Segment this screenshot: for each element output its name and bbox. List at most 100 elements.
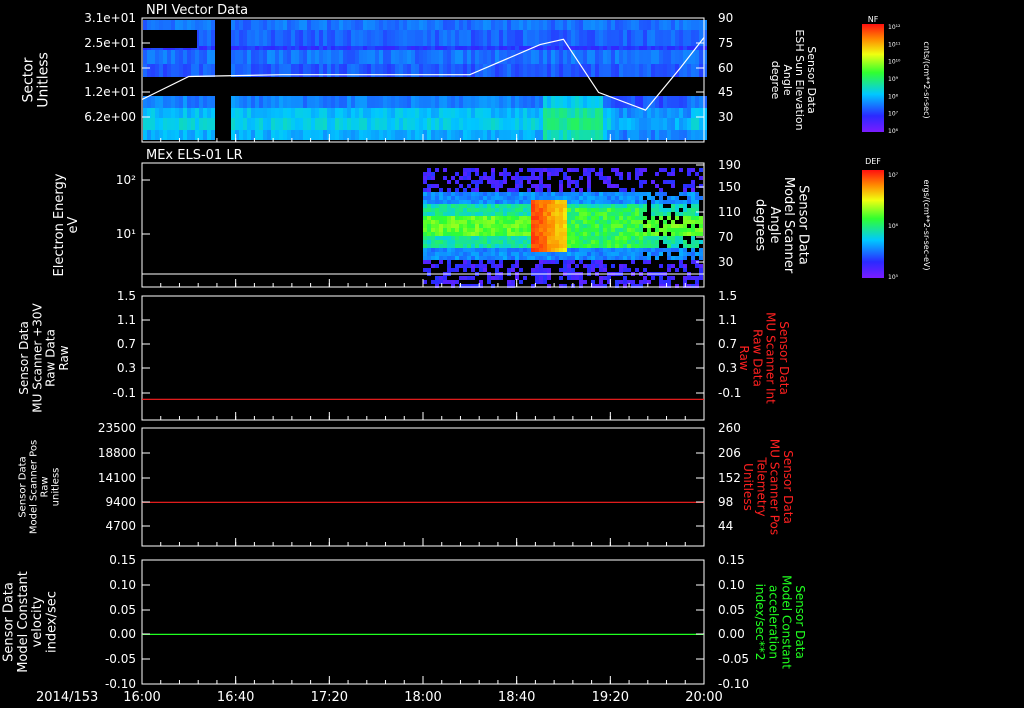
npi-heat-cell <box>491 108 495 118</box>
npi-heat-cell <box>403 96 407 108</box>
npi-heat-cell <box>567 20 571 30</box>
els-heat-cell <box>423 172 427 176</box>
els-heat-cell <box>667 240 671 244</box>
els-heat-cell <box>475 220 479 224</box>
npi-heat-cell <box>595 30 599 46</box>
els-heat-cell <box>627 200 631 204</box>
els-heat-cell <box>535 168 539 172</box>
els-heat-cell <box>651 204 655 208</box>
els-heat-cell <box>691 232 695 236</box>
npi-heat-cell <box>659 50 663 64</box>
npi-heat-cell <box>615 96 619 108</box>
els-heat-cell <box>567 168 571 172</box>
els-heat-cell <box>555 252 559 256</box>
els-heat-cell <box>587 216 591 220</box>
npi-heat-cell <box>639 96 643 108</box>
els-heat-cell <box>647 256 651 260</box>
npi-heat-cell <box>623 64 627 77</box>
els-heat-cell <box>459 216 463 220</box>
els-heat-cell <box>619 188 623 192</box>
npi-heat-cell <box>563 20 567 30</box>
els-heat-cell <box>515 228 519 232</box>
npi-heat-cell <box>659 108 663 118</box>
els-heat-cell <box>631 200 635 204</box>
els-heat-cell <box>483 232 487 236</box>
els-heat-cell <box>551 172 555 176</box>
els-heat-cell <box>443 232 447 236</box>
els-heat-cell <box>547 192 551 196</box>
els-heat-cell <box>491 180 495 184</box>
npi-heat-cell <box>487 30 491 46</box>
els-heat-cell <box>503 196 507 200</box>
els-heat-cell <box>539 204 543 208</box>
npi-heat-cell <box>451 20 455 30</box>
els-heat-cell <box>455 268 459 272</box>
els-heat-cell <box>527 236 531 240</box>
npi-heat-cell <box>563 130 567 140</box>
els-heat-cell <box>699 240 703 244</box>
npi-heat-cell <box>247 108 251 118</box>
npi-heat-cell <box>471 96 475 108</box>
npi-heat-cell <box>471 30 475 46</box>
els-heat-cell <box>655 236 659 240</box>
els-heat-cell <box>571 196 575 200</box>
els-heat-cell <box>491 204 495 208</box>
els-heat-cell <box>631 248 635 252</box>
npi-heat-cell <box>231 130 235 140</box>
npi-heat-cell <box>359 20 363 30</box>
els-heat-cell <box>699 196 703 200</box>
els-heat-cell <box>595 212 599 216</box>
els-heat-cell <box>503 176 507 180</box>
els-heat-cell <box>463 204 467 208</box>
npi-heat-cell <box>455 30 459 46</box>
npi-heat-cell <box>663 46 667 50</box>
els-heat-cell <box>587 224 591 228</box>
els-heat-cell <box>531 268 535 272</box>
els-heat-cell <box>431 224 435 228</box>
els-heat-cell <box>591 212 595 216</box>
npi-heat-cell <box>159 96 163 108</box>
npi-heat-cell <box>531 108 535 118</box>
npi-heat-cell <box>163 96 167 108</box>
npi-heat-cell <box>323 50 327 64</box>
els-heat-cell <box>499 196 503 200</box>
els-heat-cell <box>527 224 531 228</box>
els-heat-cell <box>579 276 583 280</box>
els-heat-cell <box>579 192 583 196</box>
els-heat-cell <box>639 200 643 204</box>
els-heat-cell <box>427 216 431 220</box>
els-heat-cell <box>435 208 439 212</box>
els-heat-cell <box>499 252 503 256</box>
npi-heat-cell <box>563 96 567 108</box>
els-heat-cell <box>599 176 603 180</box>
els-heat-cell <box>447 236 451 240</box>
els-heat-cell <box>443 208 447 212</box>
els-heat-cell <box>491 208 495 212</box>
els-heat-cell <box>483 248 487 252</box>
npi-heat-cell <box>611 108 615 118</box>
label-line: Unitless <box>36 52 52 108</box>
els-heat-cell <box>471 264 475 268</box>
npi-heat-cell <box>291 108 295 118</box>
npi-heat-cell <box>467 118 471 130</box>
npi-heat-cell <box>607 108 611 118</box>
npi-heat-cell <box>587 20 591 30</box>
npi-heat-cell <box>643 46 647 50</box>
npi-heat-cell <box>171 64 175 77</box>
npi-heat-cell <box>687 96 691 108</box>
els-heat-cell <box>483 240 487 244</box>
els-heat-cell <box>547 176 551 180</box>
els-heat-cell <box>491 168 495 172</box>
els-heat-cell <box>483 192 487 196</box>
npi-heat-cell <box>559 50 563 64</box>
els-heat-cell <box>583 232 587 236</box>
npi-heat-cell <box>319 20 323 30</box>
npi-heat-cell <box>195 50 199 64</box>
els-heat-cell <box>479 228 483 232</box>
npi-heat-cell <box>575 64 579 77</box>
els-heat-cell <box>679 252 683 256</box>
npi-heat-cell <box>311 30 315 46</box>
els-heat-cell <box>615 196 619 200</box>
left-tick-label: 0.10 <box>109 578 136 592</box>
els-heat-cell <box>563 204 567 208</box>
